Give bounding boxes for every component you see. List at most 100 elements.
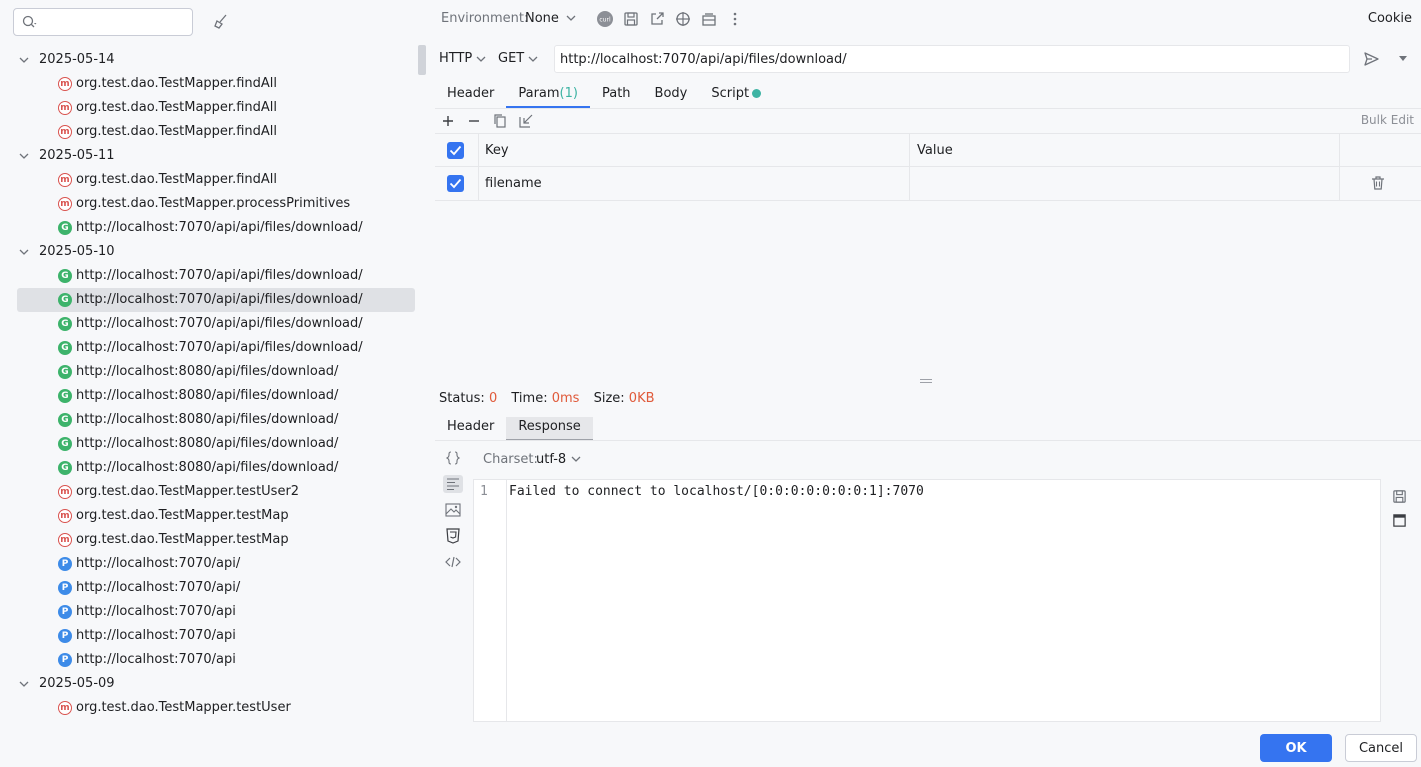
response-text[interactable]: Failed to connect to localhost/[0:0:0:0:… — [509, 484, 924, 499]
list-item[interactable]: m org.test.dao.TestMapper.findAll — [0, 72, 416, 96]
tab-header[interactable]: Header — [435, 84, 506, 108]
history-group-date: 2025-05-11 — [39, 148, 115, 163]
list-item[interactable]: Ghttp://localhost:8080/api/files/downloa… — [0, 408, 416, 432]
request-type-badge: m — [58, 101, 72, 115]
window-icon[interactable] — [1392, 513, 1407, 528]
size-label: Size: — [593, 391, 625, 406]
row-checkbox[interactable] — [447, 175, 464, 192]
add-icon[interactable] — [439, 113, 457, 129]
history-group[interactable]: 2025-05-10 — [0, 240, 416, 264]
charset-select[interactable]: utf-8 — [536, 452, 566, 467]
method-select[interactable]: GET — [498, 51, 524, 66]
split-handle[interactable] — [920, 379, 932, 383]
list-item-label: org.test.dao.TestMapper.findAll — [76, 76, 277, 91]
chevron-down-icon[interactable] — [19, 153, 29, 159]
tab-response-body[interactable]: Response — [506, 417, 593, 441]
image-view-icon[interactable] — [443, 501, 463, 519]
protocol-select[interactable]: HTTP — [439, 51, 472, 66]
list-item[interactable]: m org.test.dao.TestMapper.testMap — [0, 528, 416, 552]
layout-icon[interactable] — [700, 10, 718, 28]
text-view-icon[interactable] — [443, 475, 463, 493]
list-item[interactable]: Ghttp://localhost:7070/api/api/files/dow… — [0, 216, 416, 240]
list-item[interactable]: Ghttp://localhost:8080/api/files/downloa… — [0, 432, 416, 456]
clear-history-icon[interactable] — [212, 12, 230, 30]
code-view-icon[interactable] — [443, 553, 463, 571]
tab-body[interactable]: Body — [643, 84, 700, 108]
list-item[interactable]: m org.test.dao.TestMapper.testMap — [0, 504, 416, 528]
list-item-label: http://localhost:8080/api/files/download… — [76, 436, 339, 451]
row-check-cell — [435, 167, 479, 201]
list-item[interactable]: Ghttp://localhost:7070/api/api/files/dow… — [17, 288, 415, 312]
list-item[interactable]: Ghttp://localhost:7070/api/api/files/dow… — [0, 264, 416, 288]
list-item-label: http://localhost:7070/api/api/files/down… — [76, 340, 363, 355]
list-item[interactable]: Phttp://localhost:7070/api/ — [0, 552, 416, 576]
list-item[interactable]: m org.test.dao.TestMapper.testUser — [0, 696, 416, 720]
list-item[interactable]: Phttp://localhost:7070/api — [0, 624, 416, 648]
column-header-value: Value — [910, 134, 1340, 168]
tab-response-header[interactable]: Header — [435, 417, 506, 441]
bulk-edit-link[interactable]: Bulk Edit — [1361, 113, 1414, 127]
response-editor[interactable]: 1 Failed to connect to localhost/[0:0:0:… — [473, 479, 1381, 722]
request-type-badge: G — [58, 341, 72, 355]
search-input[interactable] — [44, 13, 184, 31]
url-input[interactable] — [554, 45, 1350, 73]
param-value-cell[interactable] — [910, 167, 1340, 201]
save-icon[interactable] — [622, 10, 640, 28]
size-value: 0KB — [628, 391, 655, 406]
send-options-icon[interactable] — [1398, 56, 1408, 62]
list-item[interactable]: m org.test.dao.TestMapper.findAll — [0, 120, 416, 144]
list-item[interactable]: m org.test.dao.TestMapper.processPrimitiv… — [0, 192, 416, 216]
tab-path[interactable]: Path — [590, 84, 643, 108]
environment-select[interactable]: None — [525, 11, 559, 26]
list-item[interactable]: Ghttp://localhost:8080/api/files/downloa… — [0, 456, 416, 480]
delete-icon[interactable] — [1370, 175, 1386, 191]
list-item[interactable]: m org.test.dao.TestMapper.testUser2 — [0, 480, 416, 504]
send-icon[interactable] — [1362, 50, 1380, 68]
list-item[interactable]: Phttp://localhost:7070/api — [0, 600, 416, 624]
cookie-link[interactable]: Cookie — [1368, 11, 1412, 26]
html-view-icon[interactable] — [443, 527, 463, 545]
chevron-down-icon[interactable] — [566, 15, 576, 21]
tab-script[interactable]: Script — [699, 84, 773, 108]
more-vertical-icon[interactable] — [726, 10, 744, 28]
chevron-down-icon[interactable] — [571, 456, 581, 462]
param-table: Key Value filename — [435, 133, 1421, 201]
list-item-label: org.test.dao.TestMapper.findAll — [76, 172, 277, 187]
list-item[interactable]: Ghttp://localhost:8080/api/files/downloa… — [0, 384, 416, 408]
tab-param[interactable]: Param(1) — [506, 84, 590, 108]
target-icon[interactable] — [674, 10, 692, 28]
list-item[interactable]: Ghttp://localhost:8080/api/files/downloa… — [0, 360, 416, 384]
history-group[interactable]: 2025-05-11 — [0, 144, 416, 168]
chevron-down-icon[interactable] — [19, 249, 29, 255]
chevron-down-icon[interactable] — [19, 681, 29, 687]
search-box[interactable] — [13, 8, 193, 36]
list-item[interactable]: Ghttp://localhost:7070/api/api/files/dow… — [0, 312, 416, 336]
list-item-label: org.test.dao.TestMapper.findAll — [76, 100, 277, 115]
curl-icon[interactable]: curl — [596, 10, 614, 28]
request-type-badge: G — [58, 269, 72, 283]
chevron-down-icon[interactable] — [528, 56, 538, 62]
request-type-badge: P — [58, 605, 72, 619]
chevron-down-icon[interactable] — [476, 56, 486, 62]
history-group[interactable]: 2025-05-09 — [0, 672, 416, 696]
select-all-checkbox[interactable] — [447, 142, 464, 159]
history-group[interactable]: 2025-05-14 — [0, 48, 416, 72]
list-item[interactable]: m org.test.dao.TestMapper.findAll — [0, 168, 416, 192]
list-item[interactable]: Ghttp://localhost:7070/api/api/files/dow… — [0, 336, 416, 360]
request-type-badge: G — [58, 461, 72, 475]
export-icon[interactable] — [648, 10, 666, 28]
cancel-button[interactable]: Cancel — [1345, 734, 1417, 762]
copy-icon[interactable] — [491, 113, 509, 129]
list-item[interactable]: Phttp://localhost:7070/api/ — [0, 576, 416, 600]
ok-button[interactable]: OK — [1260, 734, 1332, 762]
remove-icon[interactable] — [465, 113, 483, 129]
save-icon[interactable] — [1392, 489, 1407, 504]
json-view-icon[interactable] — [443, 449, 463, 467]
panel-splitter[interactable] — [418, 45, 426, 75]
list-item[interactable]: m org.test.dao.TestMapper.findAll — [0, 96, 416, 120]
import-icon[interactable] — [517, 113, 535, 129]
param-key-cell[interactable]: filename — [479, 167, 910, 201]
chevron-down-icon[interactable] — [19, 57, 29, 63]
list-item-label: http://localhost:7070/api/ — [76, 556, 241, 571]
list-item[interactable]: Phttp://localhost:7070/api — [0, 648, 416, 672]
